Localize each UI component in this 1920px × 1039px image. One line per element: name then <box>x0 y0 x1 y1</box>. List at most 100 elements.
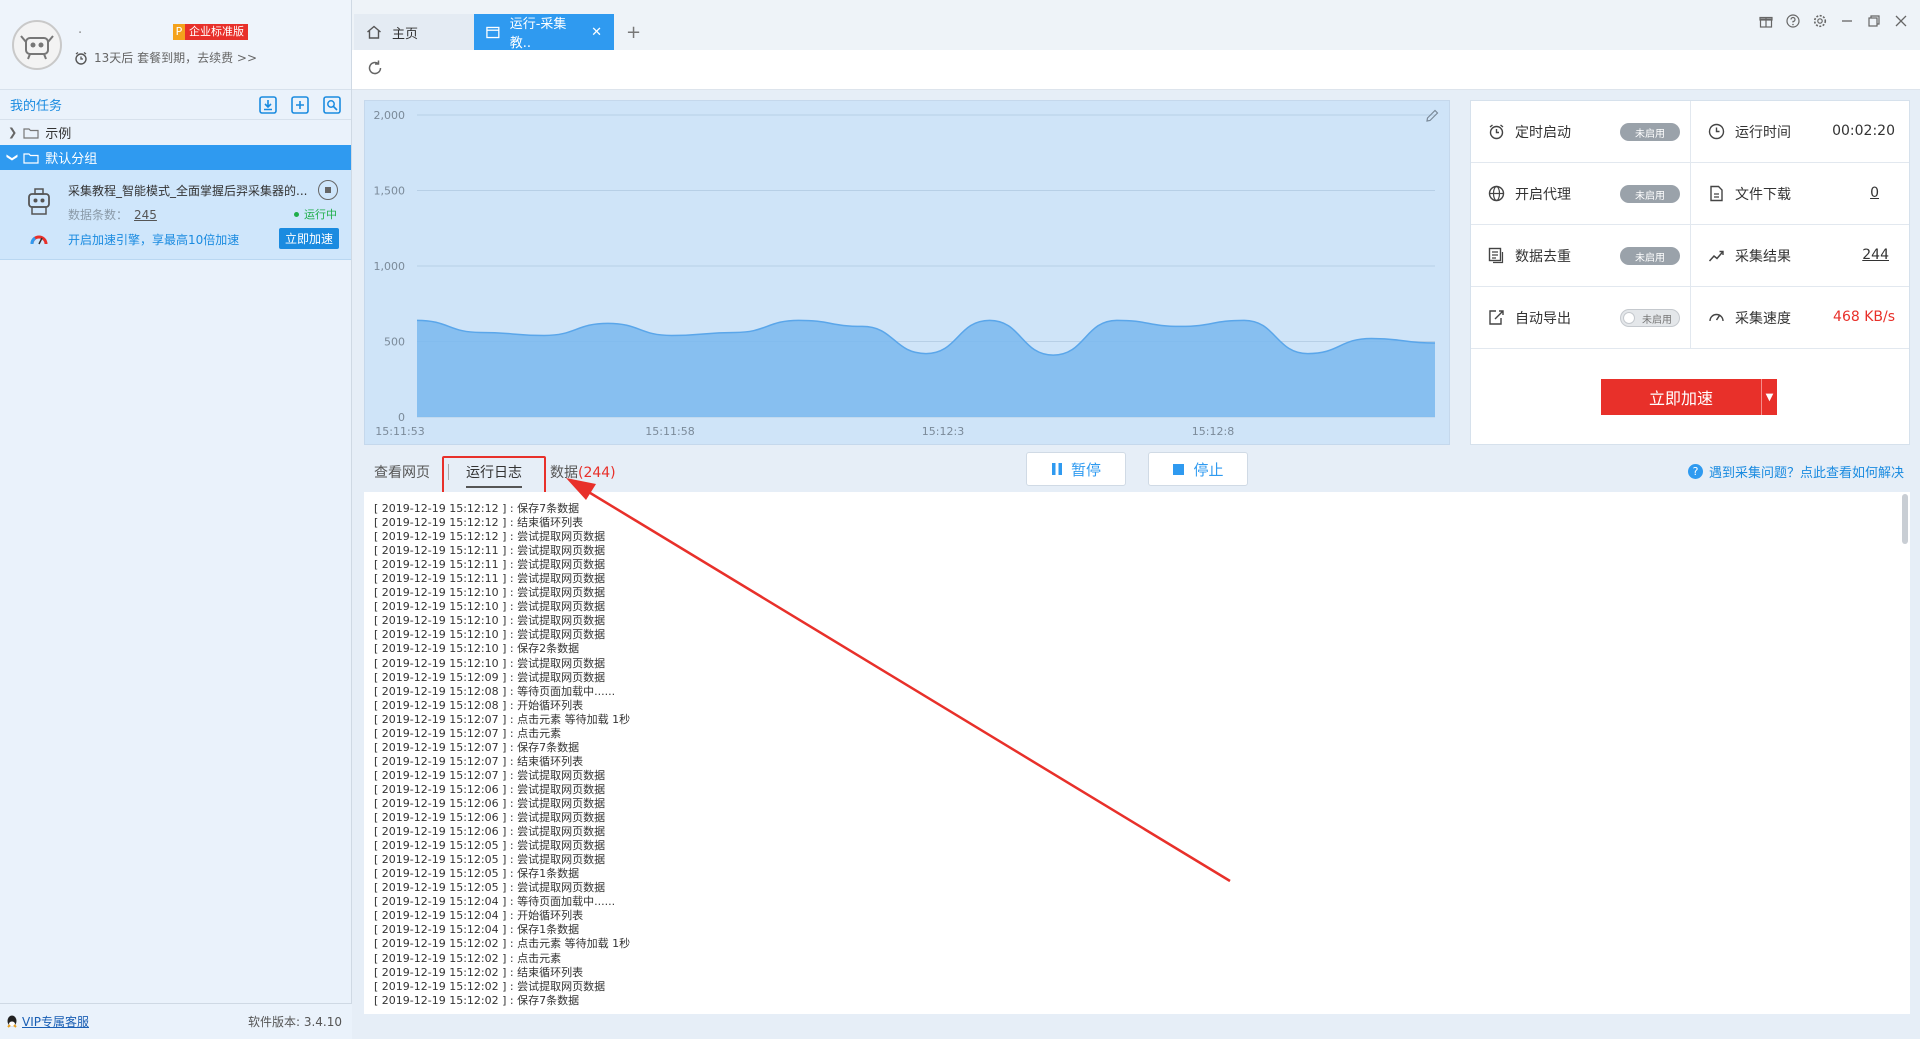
chart-canvas: 2,000 1,500 1,000 500 015:11:53 15:11:58 15:12… <box>374 109 1436 438</box>
group-default[interactable]: ❯ 默认分组 <box>0 145 351 170</box>
task-header: 我的任务 <box>0 90 351 120</box>
log-line: [ 2019-12-19 15:12:06 ] : 尝试提取网页数据 <box>374 825 606 839</box>
subtab-bar: 查看网页 运行日志 数据(244) 暂停 停止 ? 遇到采集问题？点此查看如何解… <box>352 450 1920 507</box>
chevron-down-icon: ❯ <box>6 152 20 163</box>
edit-pencil-icon[interactable] <box>1425 109 1439 127</box>
stat-schedule: 定时启动 未启用 <box>1471 101 1690 163</box>
task-name: 采集教程_智能模式_全面掌握后羿采集器的... <box>68 184 308 198</box>
y-tick-label: 0 <box>398 411 405 424</box>
task-count: 数据条数： 245 <box>68 208 157 222</box>
globe-icon <box>1487 185 1505 203</box>
gift-icon[interactable] <box>1759 14 1773 28</box>
dedupe-icon <box>1487 247 1505 265</box>
settings-icon[interactable] <box>1813 14 1827 28</box>
group-label: 默认分组 <box>45 152 98 167</box>
clock-icon <box>1707 123 1725 141</box>
speed-chart: 2,000 1,500 1,000 500 0 15:11:53 15:11:58 15:12… <box>364 100 1450 445</box>
log-line: [ 2019-12-19 15:12:07 ] : 保存7条数据 <box>374 740 580 754</box>
speedometer-icon <box>1707 309 1725 327</box>
log-line: [ 2019-12-19 15:12:06 ] : 尝试提取网页数据 <box>374 782 606 796</box>
boost-tip[interactable]: 开启加速引擎，享最高10倍加速 <box>68 231 239 248</box>
chevron-right-icon: ❯ <box>8 126 18 139</box>
refresh-icon[interactable] <box>366 59 384 81</box>
robot-icon <box>26 188 52 220</box>
log-line: [ 2019-12-19 15:12:05 ] : 尝试提取网页数据 <box>374 839 606 853</box>
log-line: [ 2019-12-19 15:12:06 ] : 尝试提取网页数据 <box>374 811 606 825</box>
log-line: [ 2019-12-19 15:12:07 ] : 点击元素 等待加载 1秒 <box>374 712 631 726</box>
speedometer-icon <box>30 232 48 250</box>
avatar[interactable] <box>12 20 62 70</box>
restore-icon[interactable] <box>1867 14 1881 28</box>
accelerate-button-group: 立即加速 ▼ <box>1601 379 1777 415</box>
log-panel[interactable]: [ 2019-12-19 15:12:12 ] : 保存7条数据[ 2019-1… <box>364 492 1910 1014</box>
help-link[interactable]: ? 遇到采集问题？点此查看如何解决 <box>1687 462 1904 481</box>
search-task-icon[interactable] <box>321 95 343 115</box>
file-download-value[interactable]: 0 <box>1870 185 1879 201</box>
toggle-knob <box>1623 312 1635 324</box>
x-tick-label: 15:11:58 <box>645 425 694 438</box>
group-label: 示例 <box>45 127 72 142</box>
log-line: [ 2019-12-19 15:12:04 ] : 等待页面加载中...... <box>374 895 616 909</box>
speed-value: 468 KB/s <box>1833 309 1895 325</box>
log-line: [ 2019-12-19 15:12:11 ] : 尝试提取网页数据 <box>374 558 606 572</box>
log-line: [ 2019-12-19 15:12:02 ] : 保存7条数据 <box>374 993 580 1007</box>
accelerate-dropdown[interactable]: ▼ <box>1761 379 1777 415</box>
alarm-clock-icon <box>1487 123 1505 141</box>
username: . <box>78 22 83 37</box>
stat-auto-export: 自动导出 未启用 <box>1471 287 1690 349</box>
log-line: [ 2019-12-19 15:12:06 ] : 尝试提取网页数据 <box>374 796 606 810</box>
stat-results: 采集结果 244 <box>1690 225 1909 287</box>
accelerate-button[interactable]: 立即加速 <box>1601 379 1761 415</box>
minimize-icon[interactable] <box>1840 14 1854 28</box>
profile-panel: . P 企业标准版 13天后 套餐到期，去续费 >> <box>0 0 351 90</box>
log-line: [ 2019-12-19 15:12:11 ] : 尝试提取网页数据 <box>374 572 606 586</box>
help-icon[interactable] <box>1786 14 1800 28</box>
task-status: 运行中 <box>294 206 337 222</box>
proxy-toggle[interactable]: 未启用 <box>1620 185 1680 203</box>
log-line: [ 2019-12-19 15:12:02 ] : 点击元素 等待加载 1秒 <box>374 937 631 951</box>
pause-button[interactable]: 暂停 <box>1026 452 1126 486</box>
export-icon <box>1487 309 1505 327</box>
log-line: [ 2019-12-19 15:12:09 ] : 尝试提取网页数据 <box>374 670 606 684</box>
log-line: [ 2019-12-19 15:12:05 ] : 保存1条数据 <box>374 867 580 881</box>
y-tick-label: 2,000 <box>374 109 406 122</box>
auto-export-toggle[interactable]: 未启用 <box>1620 309 1680 327</box>
log-scrollbar[interactable] <box>1902 494 1908 544</box>
data-count: (244) <box>578 465 616 481</box>
window-icon <box>486 26 500 38</box>
task-item[interactable]: 采集教程_智能模式_全面掌握后羿采集器的... 数据条数： 245 运行中 开启加… <box>0 170 351 260</box>
close-tab-icon[interactable]: ✕ <box>591 25 602 40</box>
new-tab-button[interactable]: + <box>620 14 650 50</box>
log-line: [ 2019-12-19 15:12:10 ] : 尝试提取网页数据 <box>374 614 606 628</box>
stat-run-time: 运行时间 00:02:20 <box>1690 101 1909 163</box>
folder-icon <box>23 127 39 139</box>
add-task-icon[interactable] <box>289 95 311 115</box>
log-line: [ 2019-12-19 15:12:07 ] : 结束循环列表 <box>374 754 584 768</box>
close-icon[interactable] <box>1894 14 1908 28</box>
dedupe-toggle[interactable]: 未启用 <box>1620 247 1680 265</box>
log-line: [ 2019-12-19 15:12:04 ] : 保存1条数据 <box>374 923 580 937</box>
renew-link[interactable]: 13天后 套餐到期，去续费 >> <box>74 49 257 66</box>
tab-home[interactable]: 主页 <box>354 14 474 50</box>
stop-task-button[interactable] <box>318 180 338 200</box>
schedule-toggle[interactable]: 未启用 <box>1620 123 1680 141</box>
stat-speed: 采集速度 468 KB/s <box>1690 287 1909 349</box>
tab-view-webpage[interactable]: 查看网页 <box>374 462 430 482</box>
log-line: [ 2019-12-19 15:12:08 ] : 开始循环列表 <box>374 698 584 712</box>
question-icon: ? <box>1687 464 1703 479</box>
tab-data[interactable]: 数据(244) <box>550 462 616 482</box>
stat-proxy: 开启代理 未启用 <box>1471 163 1690 225</box>
group-example[interactable]: ❯ 示例 <box>0 120 351 145</box>
log-line: [ 2019-12-19 15:12:08 ] : 等待页面加载中...... <box>374 684 616 698</box>
area-series <box>417 320 1435 417</box>
log-line: [ 2019-12-19 15:12:12 ] : 结束循环列表 <box>374 516 584 530</box>
pause-icon <box>1051 463 1062 475</box>
vip-support-link[interactable]: VIP专属客服 <box>6 1013 89 1030</box>
my-tasks-title: 我的任务 <box>10 99 63 114</box>
task-count-link[interactable]: 245 <box>134 208 157 222</box>
tab-running-task[interactable]: 运行-采集教.. ✕ <box>474 14 614 51</box>
import-icon[interactable] <box>257 95 279 115</box>
stop-button[interactable]: 停止 <box>1148 452 1248 486</box>
boost-button[interactable]: 立即加速 <box>278 228 339 249</box>
results-value[interactable]: 244 <box>1862 247 1889 263</box>
